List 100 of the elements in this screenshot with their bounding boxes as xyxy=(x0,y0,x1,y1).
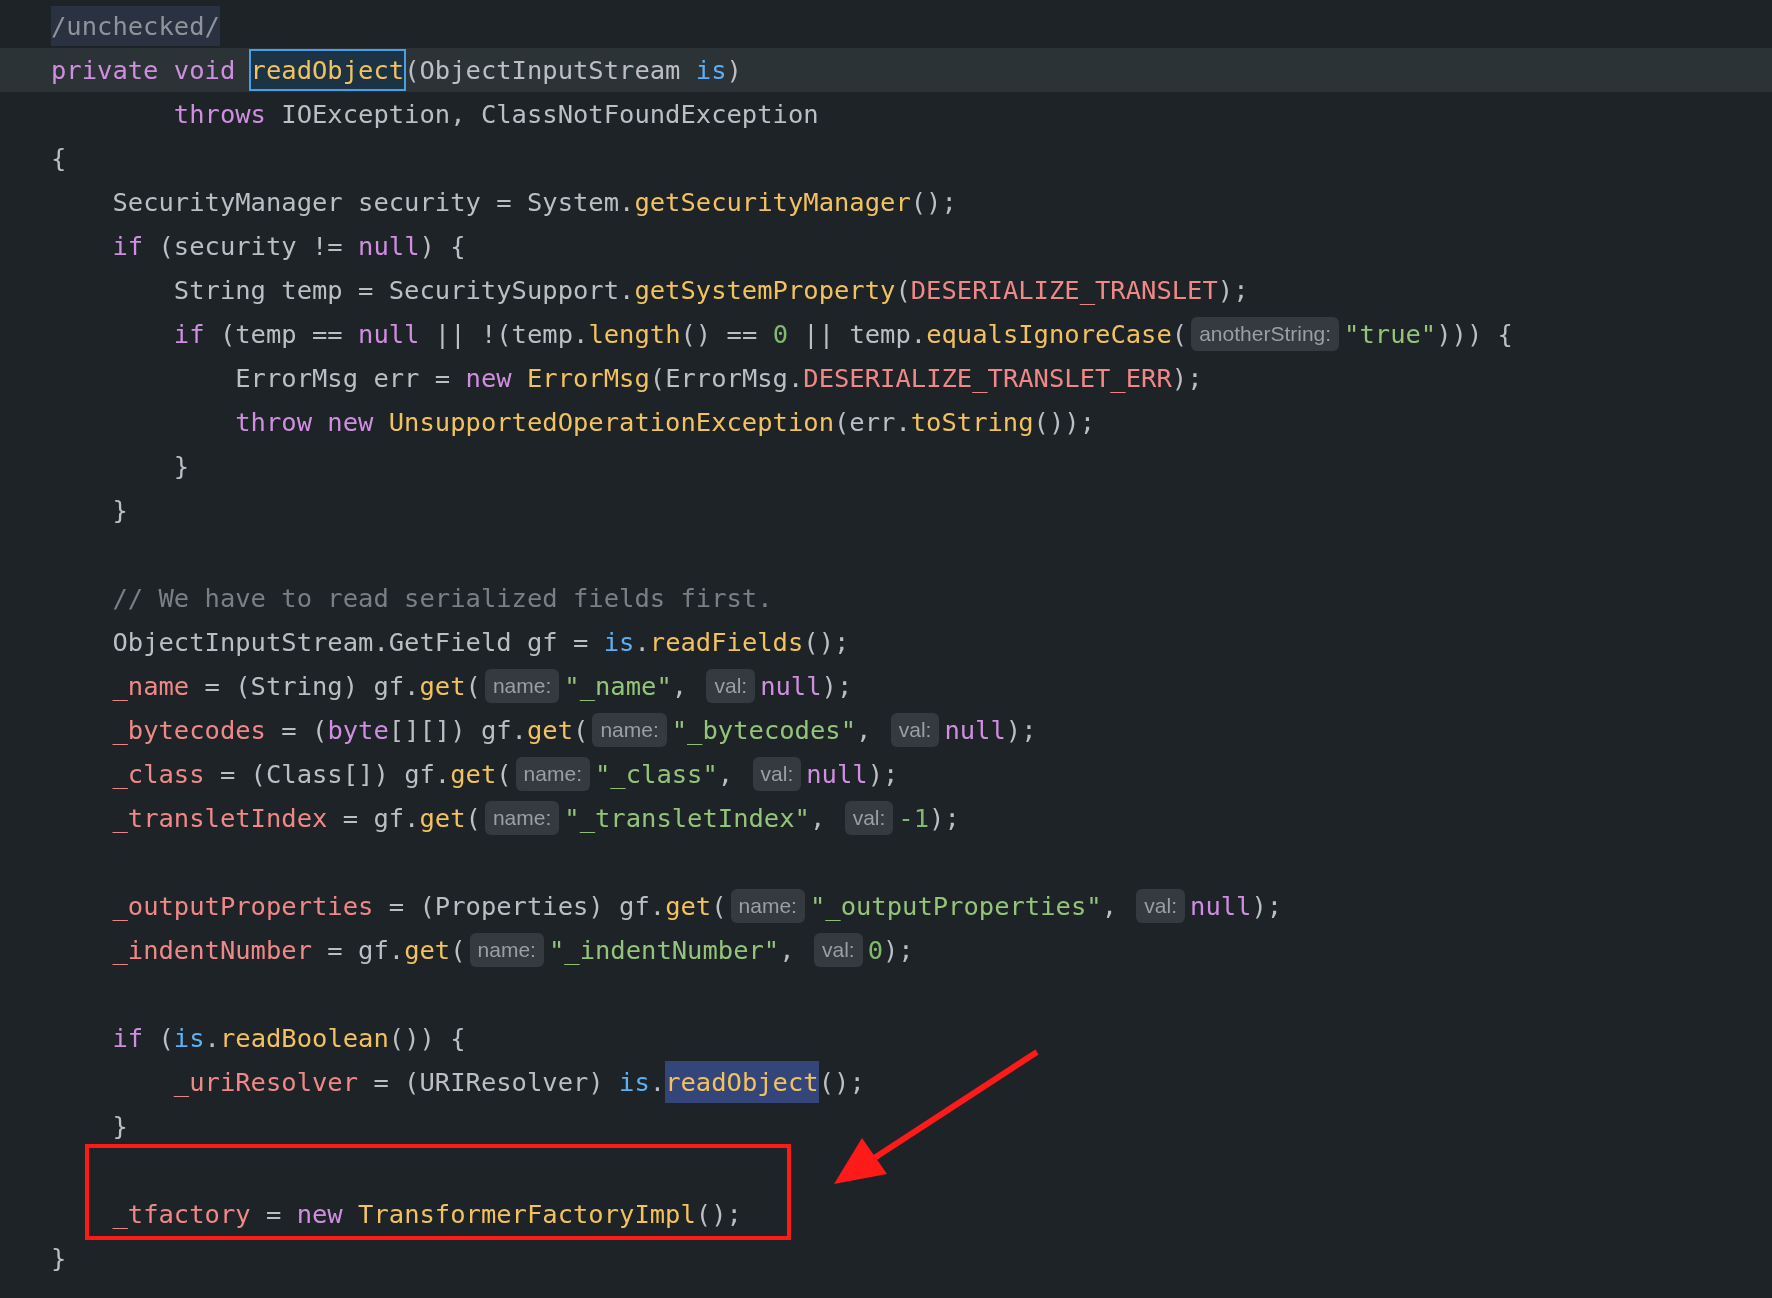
method-name: get xyxy=(526,714,574,747)
code-text: ( xyxy=(465,670,481,703)
method-name: getSystemProperty xyxy=(634,274,896,307)
code-text: ); xyxy=(1171,362,1203,395)
keyword: throws xyxy=(173,98,267,131)
keyword: new xyxy=(465,362,513,395)
code-text: (temp == xyxy=(219,318,344,351)
code-text: (); xyxy=(910,186,957,219)
parameter-name: is xyxy=(695,54,727,87)
field-name: _tfactory xyxy=(112,1198,251,1231)
code-text: || !(temp. xyxy=(433,318,589,351)
field-name: _class xyxy=(112,758,205,791)
string-literal: "_indentNumber" xyxy=(548,934,780,967)
field-name: _indentNumber xyxy=(112,934,312,967)
code-text: ); xyxy=(1005,714,1037,747)
code-text: . xyxy=(634,626,650,659)
code-text: (); xyxy=(695,1198,742,1231)
method-name: get xyxy=(419,670,466,703)
code-text: ); xyxy=(867,758,899,791)
string-literal: "_outputProperties" xyxy=(809,890,1102,923)
field-name: _transletIndex xyxy=(112,802,328,835)
keyword: new xyxy=(296,1198,344,1231)
keyword: if xyxy=(112,1022,145,1055)
parameter-hint: name: xyxy=(469,933,544,967)
method-name: get xyxy=(419,802,466,835)
code-text: () == xyxy=(680,318,759,351)
code-text: (err. xyxy=(834,406,911,439)
parameter-hint: name: xyxy=(515,757,590,791)
method-name: TransformerFactoryImpl xyxy=(358,1198,696,1231)
field-name: DESERIALIZE_TRANSLET xyxy=(910,274,1218,307)
code-text: , xyxy=(779,934,796,967)
code-text: . xyxy=(204,1022,220,1055)
code-text: ); xyxy=(1251,890,1283,923)
folded-annotation: /unchecked/ xyxy=(51,6,220,46)
field-name: _outputProperties xyxy=(112,890,374,923)
code-text: ( xyxy=(450,934,466,967)
code-text: , xyxy=(856,714,873,747)
method-name: readObject xyxy=(250,51,405,89)
code-text: } xyxy=(112,1110,128,1143)
parameter-hint: val: xyxy=(813,933,863,967)
string-literal: "_bytecodes" xyxy=(671,714,856,747)
number-literal: 0 xyxy=(772,318,788,351)
keyword: if xyxy=(112,230,145,263)
string-literal: "true" xyxy=(1344,318,1437,351)
parameter-hint: name: xyxy=(484,801,560,835)
parameter-hint: name: xyxy=(730,889,805,923)
code-text: ); xyxy=(821,670,853,703)
string-literal: "_name" xyxy=(564,670,672,703)
code-text: ) { xyxy=(419,230,466,263)
code-text: ()) { xyxy=(388,1022,466,1055)
code-text: ( xyxy=(895,274,911,307)
code-text: = gf. xyxy=(341,802,420,835)
code-text: ( xyxy=(158,1022,174,1055)
keyword: throw new xyxy=(235,406,375,439)
method-name: toString xyxy=(910,406,1034,439)
code-text: ( xyxy=(573,714,589,747)
parameter-hint: name: xyxy=(592,713,667,747)
field-name: DESERIALIZE_TRANSLET_ERR xyxy=(803,362,1172,395)
keyword: byte xyxy=(327,714,389,747)
keyword: null xyxy=(1190,890,1252,923)
code-text: SecurityManager security = System. xyxy=(112,186,635,219)
code-text: = ( xyxy=(280,714,328,747)
code-text: String temp = SecuritySupport. xyxy=(173,274,635,307)
parameter-name: is xyxy=(619,1066,650,1099)
code-text: } xyxy=(112,494,128,527)
field-name: _name xyxy=(112,670,190,703)
keyword: null xyxy=(358,230,420,263)
code-text: } xyxy=(51,1242,67,1275)
code-text: ( xyxy=(496,758,512,791)
field-name: _uriResolver xyxy=(173,1066,359,1099)
method-name: readObject xyxy=(665,1061,819,1103)
parameter-hint: val: xyxy=(752,757,802,791)
code-text: , xyxy=(1101,890,1118,923)
code-text: ()); xyxy=(1033,406,1095,439)
method-name: getSecurityManager xyxy=(634,186,911,219)
code-text: (); xyxy=(803,626,850,659)
string-literal: "_class" xyxy=(595,758,718,791)
method-name: UnsupportedOperationException xyxy=(388,406,834,439)
parameter-name: is xyxy=(173,1022,205,1055)
code-text: ErrorMsg err = xyxy=(235,362,452,395)
code-text: = gf. xyxy=(326,934,405,967)
method-name: get xyxy=(450,758,497,791)
parameter-hint: anotherString: xyxy=(1191,317,1340,351)
method-name: length xyxy=(588,318,681,351)
code-text: IOException, ClassNotFoundException xyxy=(281,98,819,131)
method-name: get xyxy=(404,934,451,967)
code-text: = (Properties) gf. xyxy=(387,890,666,923)
code-text: ))) { xyxy=(1436,318,1513,351)
code-text: ( xyxy=(1171,318,1188,351)
code-text: = (Class[]) gf. xyxy=(218,758,451,791)
code-text: { xyxy=(51,142,67,175)
code-text: [][]) gf. xyxy=(388,714,527,747)
keyword: null xyxy=(806,758,868,791)
keyword: if xyxy=(173,318,206,351)
code-text: , xyxy=(717,758,735,791)
code-comment: // We have to read serialized fields first. xyxy=(112,582,773,615)
code-text: } xyxy=(173,450,190,483)
code-text: ( xyxy=(465,802,481,835)
code-text: ( xyxy=(711,890,727,923)
keyword: null xyxy=(358,318,420,351)
